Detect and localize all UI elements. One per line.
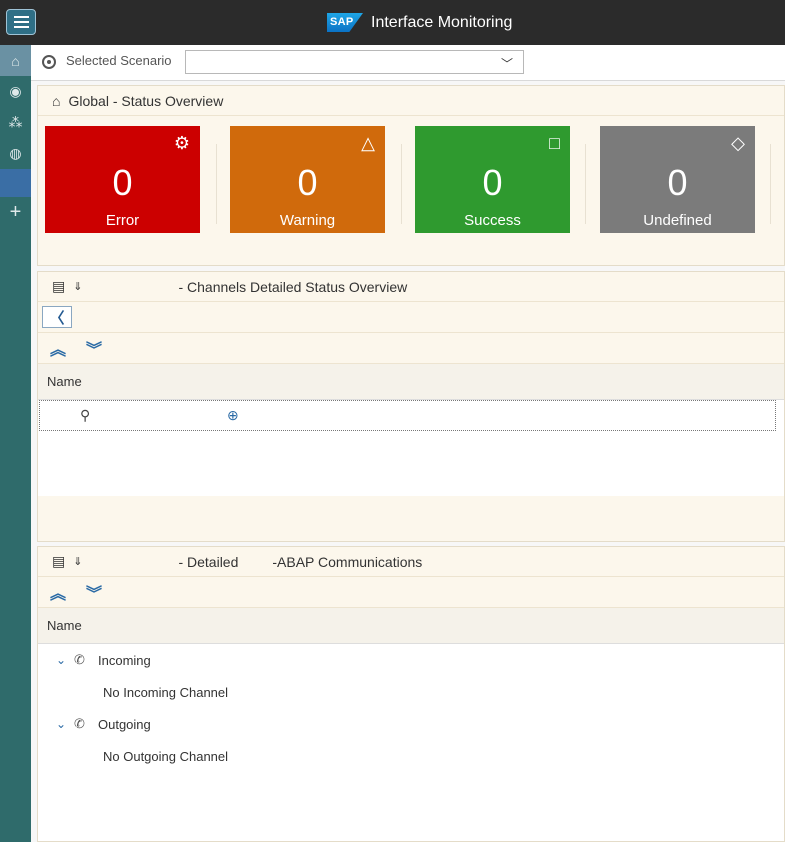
chevron-down-icon[interactable]: ⌄: [56, 717, 74, 731]
card-divider: [401, 144, 402, 224]
warning-card[interactable]: △ 0 Warning: [230, 126, 385, 233]
global-status-panel: ⌂ Global - Status Overview ⚙ 0 Error △ 0…: [37, 85, 785, 266]
column-header-name: Name: [47, 618, 82, 633]
global-panel-header: ⌂ Global - Status Overview: [38, 86, 784, 116]
abap-table: Name ⌄ ✆ Incoming No Incoming Channel ⌄ …: [38, 608, 784, 841]
abap-panel-header: ▤ ⇓ - Detailed -ABAP Communications: [38, 547, 784, 577]
collapse-all-icon[interactable]: ︽: [50, 336, 66, 360]
tree-child-incoming: No Incoming Channel: [103, 684, 229, 700]
back-button[interactable]: 〈: [42, 306, 72, 328]
nav-chart-icon[interactable]: ⁂: [0, 107, 31, 138]
tree-child-outgoing: No Outgoing Channel: [103, 748, 229, 764]
warning-icon: △: [361, 133, 375, 153]
sort-icon: ⇓: [73, 281, 83, 293]
success-icon: □: [549, 133, 560, 153]
menu-line-icon: [13, 21, 29, 23]
scenario-bar: Selected Scenario ﹀: [31, 45, 785, 81]
shell-bar: SAP Interface Monitoring: [0, 0, 785, 45]
success-card[interactable]: □ 0 Success: [415, 126, 570, 233]
error-card[interactable]: ⚙ 0 Error: [45, 126, 200, 233]
warning-label: Warning: [279, 212, 336, 229]
card-divider: [770, 144, 771, 224]
card-divider: [585, 144, 586, 224]
global-panel-title: Global - Status Overview: [68, 92, 224, 109]
abap-title-part1: - Detailed: [178, 553, 239, 570]
status-cards: ⚙ 0 Error △ 0 Warning □ 0 Success ◇ 0 Un…: [45, 126, 785, 233]
tree-row-outgoing-child: No Outgoing Channel: [38, 740, 784, 772]
nav-globe-icon[interactable]: ◍: [0, 138, 31, 169]
scenario-label: Selected Scenario: [66, 53, 172, 68]
target-icon: [42, 55, 56, 69]
scenario-select[interactable]: ﹀: [185, 50, 524, 74]
node-icon: ⚲: [80, 407, 91, 423]
app-root: SAP Interface Monitoring ⌂ ◉ ⁂ ◍ + Selec…: [0, 0, 785, 842]
expand-all-icon[interactable]: ︾: [86, 580, 102, 604]
tree-row-incoming[interactable]: ⌄ ✆ Incoming: [38, 644, 784, 676]
abap-communications-panel: ▤ ⇓ - Detailed -ABAP Communications ︽ ︾ …: [37, 546, 785, 842]
hamburger-menu-button[interactable]: [6, 9, 36, 35]
outgoing-call-icon: ✆: [74, 716, 85, 731]
undefined-count: 0: [667, 162, 688, 203]
channels-panel-title: - Channels Detailed Status Overview: [178, 278, 408, 295]
nav-add-icon[interactable]: +: [0, 197, 31, 228]
nav-monitor-icon[interactable]: ◉: [0, 76, 31, 107]
tree-row-outgoing[interactable]: ⌄ ✆ Outgoing: [38, 708, 784, 740]
undefined-card[interactable]: ◇ 0 Undefined: [600, 126, 755, 233]
abap-title-part2: -ABAP Communications: [272, 553, 423, 570]
chevron-down-icon: ﹀: [500, 57, 513, 71]
sort-icon: ⇓: [73, 556, 83, 568]
error-label: Error: [105, 212, 140, 229]
main-content: Selected Scenario ﹀ ⌂ Global - Status Ov…: [31, 45, 785, 842]
column-header-name: Name: [47, 374, 82, 389]
warning-count: 0: [297, 162, 318, 203]
menu-line-icon: [13, 26, 29, 28]
expand-all-icon[interactable]: ︾: [86, 336, 102, 360]
success-count: 0: [482, 162, 503, 203]
back-row: 〈: [38, 302, 784, 333]
home-icon: ⌂: [52, 92, 61, 109]
channels-panel-header: ▤ ⇓ - Channels Detailed Status Overview: [38, 272, 784, 302]
success-label: Success: [464, 212, 521, 229]
nav-home-icon[interactable]: ⌂: [0, 45, 31, 76]
channels-table: Name ⚲ ⊕: [38, 364, 784, 496]
error-icon: ⚙: [173, 133, 190, 153]
left-navigation: ⌂ ◉ ⁂ ◍ +: [0, 45, 31, 842]
brand: SAP Interface Monitoring: [327, 13, 512, 32]
undefined-label: Undefined: [643, 212, 712, 229]
channels-status-panel: ▤ ⇓ - Channels Detailed Status Overview …: [37, 271, 785, 542]
app-title: Interface Monitoring: [371, 13, 513, 31]
card-divider: [216, 144, 217, 224]
chevron-down-icon[interactable]: ⌄: [56, 653, 74, 667]
channels-table-header: Name: [38, 364, 784, 400]
tree-label-outgoing: Outgoing: [98, 716, 151, 732]
tree-row-incoming-child: No Incoming Channel: [38, 676, 784, 708]
nav-blank-item[interactable]: [0, 169, 31, 197]
table-icon: ▤: [52, 278, 66, 294]
table-row[interactable]: ⚲ ⊕: [39, 400, 776, 431]
menu-line-icon: [13, 16, 29, 18]
undefined-icon: ◇: [731, 133, 745, 153]
incoming-call-icon: ✆: [74, 652, 85, 667]
collapse-all-icon[interactable]: ︽: [50, 580, 66, 604]
abap-table-header: Name: [38, 608, 784, 644]
sap-logo: SAP: [327, 13, 363, 32]
zoom-in-icon[interactable]: ⊕: [227, 407, 239, 424]
error-count: 0: [112, 162, 133, 203]
expand-collapse-row: ︽ ︾: [38, 333, 784, 364]
expand-collapse-row: ︽ ︾: [38, 577, 784, 608]
tree-label-incoming: Incoming: [98, 652, 151, 668]
table-icon: ▤: [52, 553, 66, 569]
